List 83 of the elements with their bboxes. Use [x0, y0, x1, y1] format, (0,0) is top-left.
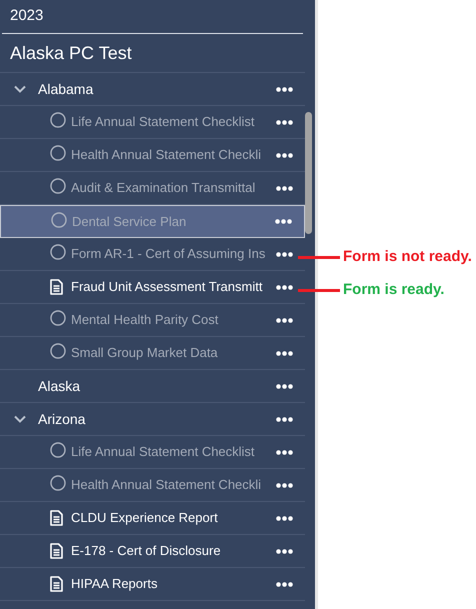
more-button[interactable] — [275, 117, 293, 127]
state-row[interactable]: Alabama — [0, 73, 305, 106]
form-label: Audit & Examination Transmittal — [71, 179, 256, 198]
more-icon — [276, 86, 292, 92]
more-icon — [276, 284, 292, 290]
state-label: Alabama — [38, 80, 94, 98]
form-label: Form AR-1 - Cert of Assuming Ins — [71, 245, 266, 264]
form-item[interactable]: Health Annual Statement Checkli — [0, 469, 305, 502]
document-icon — [50, 576, 63, 592]
leader-line — [298, 256, 340, 259]
form-item[interactable]: CLDU Experience Report — [0, 502, 305, 535]
more-icon — [276, 450, 292, 454]
more-icon — [276, 416, 292, 422]
more-icon — [276, 482, 292, 488]
more-button[interactable] — [275, 183, 293, 193]
circle-icon — [50, 442, 66, 458]
more-button[interactable] — [275, 150, 293, 160]
form-label: Mental Health Parity Cost — [71, 311, 218, 330]
form-label: Life Annual Statement Checklist — [71, 443, 255, 462]
more-icon — [276, 318, 292, 322]
form-item[interactable]: Health Annual Statement Checkli — [0, 139, 305, 172]
circle-icon — [50, 310, 66, 326]
more-button[interactable] — [275, 348, 293, 358]
form-label: Fraud Unit Assessment Transmitt — [71, 278, 262, 296]
leader-line — [298, 288, 340, 292]
form-item[interactable]: E-178 - Cert of Disclosure — [0, 535, 305, 568]
document-icon — [50, 510, 63, 526]
form-label: Life Annual Statement Checklist — [71, 113, 255, 132]
more-button[interactable] — [275, 579, 293, 589]
state-row[interactable]: Alaska — [0, 370, 305, 403]
circle-icon — [50, 145, 66, 161]
more-button[interactable] — [275, 84, 293, 94]
form-item[interactable]: Mental Health Parity Cost — [0, 304, 305, 337]
form-label: HIPAA Reports — [71, 575, 158, 594]
more-icon — [276, 516, 292, 520]
circle-icon — [50, 244, 66, 260]
form-label: Health Annual Statement Checkli — [71, 146, 262, 164]
form-item[interactable]: Dental Service Plan — [0, 205, 305, 238]
year-label: 2023 — [10, 6, 44, 26]
more-button[interactable] — [275, 513, 293, 523]
state-label: Alaska — [38, 376, 80, 396]
more-button[interactable] — [275, 414, 293, 424]
circle-icon — [50, 178, 66, 194]
more-button[interactable] — [275, 282, 293, 292]
state-row[interactable]: Arizona — [0, 403, 305, 436]
circle-icon — [50, 112, 66, 128]
form-item[interactable]: Life Annual Statement Checklist — [0, 106, 305, 139]
more-icon — [276, 152, 292, 158]
more-icon — [276, 384, 292, 388]
annotation-text: Form is ready. — [343, 280, 444, 300]
annotation-text: Form is not ready. — [343, 247, 472, 267]
document-icon — [50, 279, 63, 295]
more-icon — [274, 219, 292, 224]
more-button[interactable] — [275, 315, 293, 325]
chevron-down-icon — [14, 415, 26, 423]
form-label: Small Group Market Data — [71, 344, 218, 362]
circle-icon — [50, 475, 66, 491]
company-title: Alaska PC Test — [10, 42, 132, 64]
form-label: Dental Service Plan — [72, 212, 186, 231]
more-icon — [276, 186, 292, 190]
chevron-down-icon — [14, 85, 26, 93]
form-item[interactable]: Small Group Market Data — [0, 337, 305, 370]
more-icon — [276, 120, 292, 124]
more-icon — [276, 350, 292, 356]
more-button[interactable] — [275, 447, 293, 457]
more-button[interactable] — [274, 216, 292, 226]
circle-icon — [51, 212, 67, 228]
more-icon — [276, 582, 292, 586]
state-label: Arizona — [38, 410, 86, 428]
scrollbar-thumb[interactable] — [305, 112, 312, 234]
more-icon — [276, 252, 292, 256]
form-label: E-178 - Cert of Disclosure — [71, 542, 221, 560]
more-button[interactable] — [275, 249, 293, 259]
form-label: Health Annual Statement Checkli — [71, 476, 262, 494]
circle-icon — [50, 343, 66, 359]
form-label: CLDU Experience Report — [71, 509, 218, 528]
more-icon — [276, 548, 292, 554]
more-button[interactable] — [275, 546, 293, 556]
document-icon — [50, 543, 63, 559]
form-item[interactable]: HIPAA Reports — [0, 568, 305, 601]
more-button[interactable] — [275, 381, 293, 391]
more-button[interactable] — [275, 480, 293, 490]
form-item[interactable]: Life Annual Statement Checklist — [0, 436, 305, 469]
